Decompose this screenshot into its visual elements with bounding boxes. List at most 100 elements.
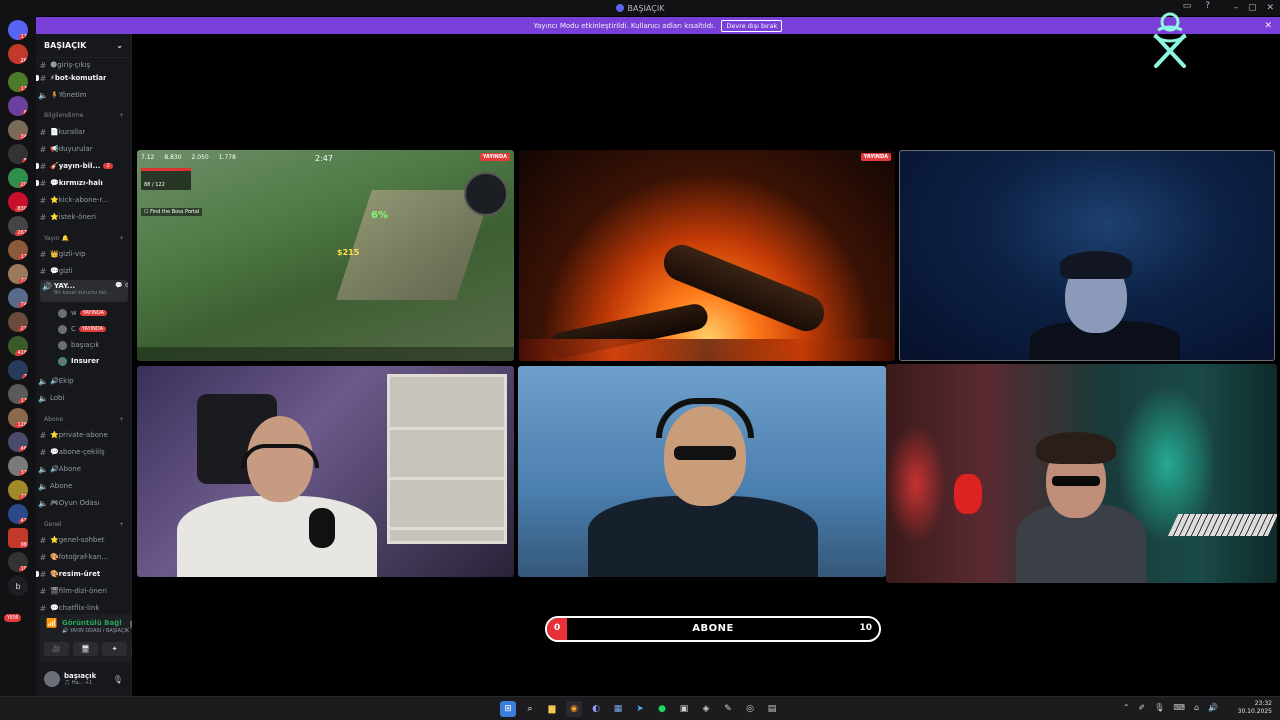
microphone-tray-icon[interactable]: 🎙	[1154, 703, 1164, 712]
file-explorer-icon[interactable]: ▆	[544, 701, 560, 717]
camera-tile-3[interactable]	[518, 366, 886, 577]
camera-tile-1[interactable]	[899, 150, 1275, 361]
system-clock[interactable]: 23:32 30.10.2025	[1238, 700, 1272, 716]
activities-button[interactable]: ✦	[102, 642, 127, 656]
server-icon[interactable]: 46	[8, 432, 28, 452]
steam-icon[interactable]: ◈	[698, 701, 714, 717]
server-icon[interactable]: 41	[8, 504, 28, 524]
microphone-icon[interactable]: 🎙	[113, 675, 123, 684]
discord-app-icon[interactable]: ◐	[588, 701, 604, 717]
minimize-icon[interactable]: –	[1233, 3, 1238, 13]
category-genel[interactable]: Genel +	[36, 517, 132, 531]
avatar[interactable]	[44, 671, 60, 687]
server-icon[interactable]: 98	[8, 528, 28, 548]
channel-duyurular[interactable]: # 📢duyurular	[36, 142, 132, 156]
help-icon[interactable]: ?	[1205, 1, 1210, 11]
category-abone[interactable]: Abone +	[36, 412, 132, 426]
camera-button[interactable]: 🎥	[44, 642, 69, 656]
server-icon[interactable]: 5	[8, 144, 28, 164]
spotify-icon[interactable]: ●	[654, 701, 670, 717]
voice-user[interactable]: w YAYINDA	[36, 306, 132, 320]
telegram-icon[interactable]: ➤	[632, 701, 648, 717]
server-icon[interactable]: 267	[8, 216, 28, 236]
voice-status-title[interactable]: Görüntülü Bağl	[62, 619, 122, 627]
category-bilgilendirme[interactable]: Bilgilendirme +	[36, 108, 132, 122]
channel-kirmizi[interactable]: # 💬kırmızı-halı	[36, 176, 132, 190]
network-icon[interactable]: ⌂	[1194, 703, 1199, 712]
server-icon[interactable]: 34	[8, 120, 28, 140]
voice-user[interactable]: Insurer	[36, 354, 132, 368]
channel-fotograf[interactable]: # 🎨fotoğraf-kan...	[36, 550, 132, 564]
category-yayin[interactable]: Yayın 🔔 +	[36, 231, 132, 245]
pen-icon[interactable]: ✐	[1139, 703, 1146, 712]
keyboard-icon[interactable]: ⌨	[1173, 703, 1185, 712]
server-icon[interactable]: 7	[8, 360, 28, 380]
server-icon[interactable]: 74	[8, 288, 28, 308]
close-window-icon[interactable]: ✕	[1266, 3, 1274, 13]
dm-avatar[interactable]: b	[8, 576, 28, 596]
server-icon[interactable]: 13	[8, 72, 28, 92]
app-icon[interactable]: ▦	[610, 701, 626, 717]
volume-icon[interactable]: 🔊	[1208, 703, 1218, 712]
banner-close-icon[interactable]: ✕	[1264, 21, 1272, 31]
obs-icon[interactable]: ◎	[742, 701, 758, 717]
channel-giris[interactable]: # 🌑giriş-çıkış	[36, 58, 132, 72]
camera-tile-4[interactable]	[886, 364, 1277, 583]
add-channel-icon[interactable]: +	[119, 235, 124, 242]
signal-icon[interactable]: 📶	[46, 619, 57, 629]
channel-genel-sohbet[interactable]: # ⭐genel-sohbet	[36, 533, 132, 547]
server-icon[interactable]: 20	[8, 168, 28, 188]
channel-kick[interactable]: # ⭐kick-abone-r...	[36, 193, 132, 207]
user-info[interactable]: başıaçık 🎵 Ha... +1	[64, 672, 96, 686]
browser-icon[interactable]: ◉	[566, 701, 582, 717]
voice-user[interactable]: başıaçık	[36, 338, 132, 352]
channel-lobi[interactable]: 🔈 Lobi	[36, 391, 132, 405]
screen-share-button[interactable]: 🖥	[73, 642, 98, 656]
channel-private-abone[interactable]: # ⭐private-abone	[36, 428, 132, 442]
server-icon[interactable]: 71	[8, 480, 28, 500]
channel-yayin-bil[interactable]: # 🎸yayın-bil... 2	[36, 159, 132, 173]
server-icon[interactable]: 26	[8, 44, 28, 64]
add-channel-icon[interactable]: +	[119, 416, 124, 423]
maximize-icon[interactable]: ▢	[1248, 3, 1257, 13]
voice-user[interactable]: C YAYINDA	[36, 322, 132, 336]
channel-gizli[interactable]: # 💬gizli	[36, 264, 132, 278]
stream-tile-fireplace[interactable]: YAYINDA	[519, 150, 895, 361]
app-icon[interactable]: ▤	[764, 701, 780, 717]
add-channel-icon[interactable]: +	[119, 521, 124, 528]
server-icon[interactable]: 10	[8, 552, 28, 572]
server-icon[interactable]: 13	[8, 384, 28, 404]
channel-oyun-odasi[interactable]: 🔈 🎮Oyun Odası	[36, 496, 132, 510]
search-icon[interactable]: ⌕	[522, 701, 538, 717]
channel-ekip[interactable]: 🔈 🔊Ekip	[36, 374, 132, 388]
server-icon[interactable]: 17	[8, 240, 28, 260]
channel-resim-uret[interactable]: # 🎨resim-üret	[36, 567, 132, 581]
stream-tile-game[interactable]: 88 / 122 7.12 8.830 2.050 1.778 2:47 ☐ F…	[137, 150, 514, 361]
home-dm-icon[interactable]: 17	[8, 20, 28, 40]
server-icon[interactable]: 6	[8, 96, 28, 116]
server-icon[interactable]: 830	[8, 192, 28, 212]
channel-bot[interactable]: # ⚡bot-komutlar	[36, 71, 132, 85]
server-icon[interactable]: 37	[8, 456, 28, 476]
server-header[interactable]: BAŞIAÇIK ⌄	[36, 34, 131, 58]
disable-streamer-mode-button[interactable]: Devre dışı bırak	[721, 19, 783, 32]
channel-gizli-vip[interactable]: # 👑gizli-vip	[36, 247, 132, 261]
camera-tile-2[interactable]	[137, 366, 514, 577]
channel-film-dizi[interactable]: # 🎬film-dizi-öneri	[36, 584, 132, 598]
channel-istek[interactable]: # ⭐istek-öneri	[36, 210, 132, 224]
channel-yonetim[interactable]: 🔈 🧍Yönetim	[36, 88, 132, 102]
app-icon[interactable]: ▣	[676, 701, 692, 717]
channel-abone-voice-2[interactable]: 🔈 Abone	[36, 479, 132, 493]
channel-abone-voice[interactable]: 🔈 🔊Abone	[36, 462, 132, 476]
server-icon[interactable]: 128	[8, 408, 28, 428]
chevron-up-icon[interactable]: ⌃	[1123, 703, 1130, 712]
channel-abone-cekilis[interactable]: # 💬abone-çekiliş	[36, 445, 132, 459]
voice-channel-yayin[interactable]: 🔊 YAY... Bir kanal durumu bel... 💬 ⚙	[40, 280, 128, 302]
channel-chatflix[interactable]: # 💬chatflix-link	[36, 601, 132, 615]
server-icon[interactable]: 418	[8, 336, 28, 356]
channel-actions-icon[interactable]: 💬 ⚙	[115, 282, 128, 289]
start-menu-icon[interactable]: ⊞	[500, 701, 516, 717]
server-icon[interactable]: 72	[8, 264, 28, 284]
add-channel-icon[interactable]: +	[119, 112, 124, 119]
channel-kurallar[interactable]: # 📄kurallar	[36, 125, 132, 139]
